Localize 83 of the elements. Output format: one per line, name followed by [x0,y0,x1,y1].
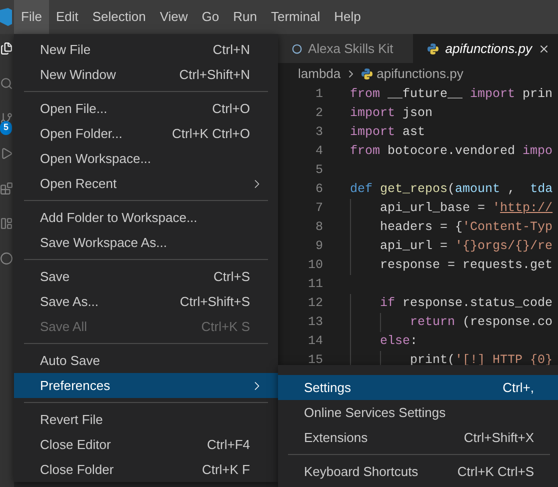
shortcut-text: Ctrl+K F [200,460,251,479]
shortcut-text: Ctrl+Shift+N [178,66,251,84]
files-icon[interactable] [0,42,13,55]
line-number: 15 [306,352,323,370]
menu-item[interactable]: New Window Ctrl+Shift+N [14,62,278,87]
code-line: headers = {'Content-Typ [350,218,558,237]
line-number: 8 [314,219,323,236]
menu-item[interactable]: Close Editor Ctrl+F4 [14,432,278,457]
line-number: 4 [314,143,323,160]
shortcut-text: Ctrl+K S [200,318,251,336]
python-file-icon [427,42,440,54]
shortcut-text: Ctrl+, [502,378,535,397]
breadcrumb-folder[interactable]: lambda [298,64,341,84]
notification-badge: 5 [0,121,12,135]
editor-tab[interactable]: Alexa Skills Kit [278,34,414,63]
shortcut-text: Ctrl+F4 [206,436,251,454]
blocks-icon[interactable] [0,182,13,195]
play-icon[interactable] [0,147,13,160]
menu-item[interactable]: Save As... Ctrl+Shift+S [14,289,278,314]
menu-bar-item[interactable]: Run [226,0,264,34]
code-line: from __future__ import prin [350,86,554,104]
menu-bar-item[interactable]: Help [327,0,368,34]
line-number: 14 [306,333,323,350]
search-icon[interactable] [0,77,13,90]
menu-bar-item[interactable]: Edit [48,0,86,34]
circle-icon [292,44,302,54]
shortcut-text: Ctrl+K Ctrl+O [170,124,251,143]
menu-item[interactable]: Open File... Ctrl+O [14,96,278,121]
menu-bar-item[interactable]: Terminal [264,0,328,34]
app-logo-icon [0,8,12,26]
editor-tab[interactable]: apifunctions.py [413,34,558,63]
circle-icon[interactable] [0,252,13,265]
close-icon[interactable] [538,42,550,54]
menu-item[interactable]: Revert File [14,407,278,432]
menu-item[interactable]: Save Workspace As... [14,230,278,255]
menu-item[interactable]: Preferences [14,373,278,398]
code-line: import ast [350,124,426,142]
line-number: 6 [314,181,323,198]
menu-item[interactable]: Auto Save [14,348,278,373]
python-file-icon [360,68,373,80]
code-line: api_url = '{}orgs/{}/re [350,237,558,256]
branch-icon[interactable] [0,112,13,125]
code-line: api_url_base = 'http:// [350,199,558,218]
line-number: 10 [306,257,323,274]
line-number: 7 [314,200,323,218]
menu-item[interactable]: Keyboard Shortcuts Ctrl+K Ctrl+S [278,459,558,484]
menu-item[interactable]: Add Folder to Workspace... [14,205,278,230]
menu-bar-item[interactable]: File [14,0,49,34]
line-number: 5 [314,162,323,180]
menu-item[interactable]: New File Ctrl+N [14,37,278,62]
menu-item[interactable]: Save Ctrl+S [14,264,278,289]
line-number: 13 [306,314,323,332]
menu-bar-item[interactable]: View [152,0,195,34]
shortcut-text: Ctrl+K Ctrl+S [456,462,535,481]
code-line: if response.status_code [350,294,558,313]
menu-item[interactable]: Close Folder Ctrl+K F [14,457,278,482]
line-number: 2 [314,105,323,122]
code-line: return (response.co [350,313,558,332]
menu-bar-item[interactable]: Go [194,0,226,34]
panel-icon[interactable] [0,217,13,230]
shortcut-text: Ctrl+S [212,268,251,286]
code-line: else: [350,332,558,351]
breadcrumb-file[interactable]: apifunctions.py [376,64,464,84]
line-number: 11 [306,276,323,294]
shortcut-text: Ctrl+N [212,40,251,59]
menu-bar-item[interactable]: Selection [85,0,153,34]
menu-item[interactable]: Open Recent [14,171,278,196]
line-number: 9 [314,238,323,256]
shortcut-text: Ctrl+Shift+S [178,292,251,311]
menu-item[interactable]: Open Workspace... [14,146,278,171]
menu-item[interactable]: Open Folder... Ctrl+K Ctrl+O [14,121,278,146]
menu-item[interactable]: Online Services Settings [278,400,558,425]
shortcut-text: Ctrl+Shift+X [462,428,535,447]
code-line: response = requests.get [350,256,558,275]
code-line: def get_repos(amount , tda [350,181,554,198]
code-line: from botocore.vendored impo [350,143,554,160]
shortcut-text: Ctrl+O [211,100,251,118]
code-line: import json [350,105,434,122]
line-number: 1 [314,86,323,104]
line-number: 3 [314,124,323,142]
line-number: 12 [306,295,323,312]
menu-item[interactable]: Extensions Ctrl+Shift+X [278,425,558,450]
menu-item[interactable]: Settings Ctrl+, [278,375,558,400]
